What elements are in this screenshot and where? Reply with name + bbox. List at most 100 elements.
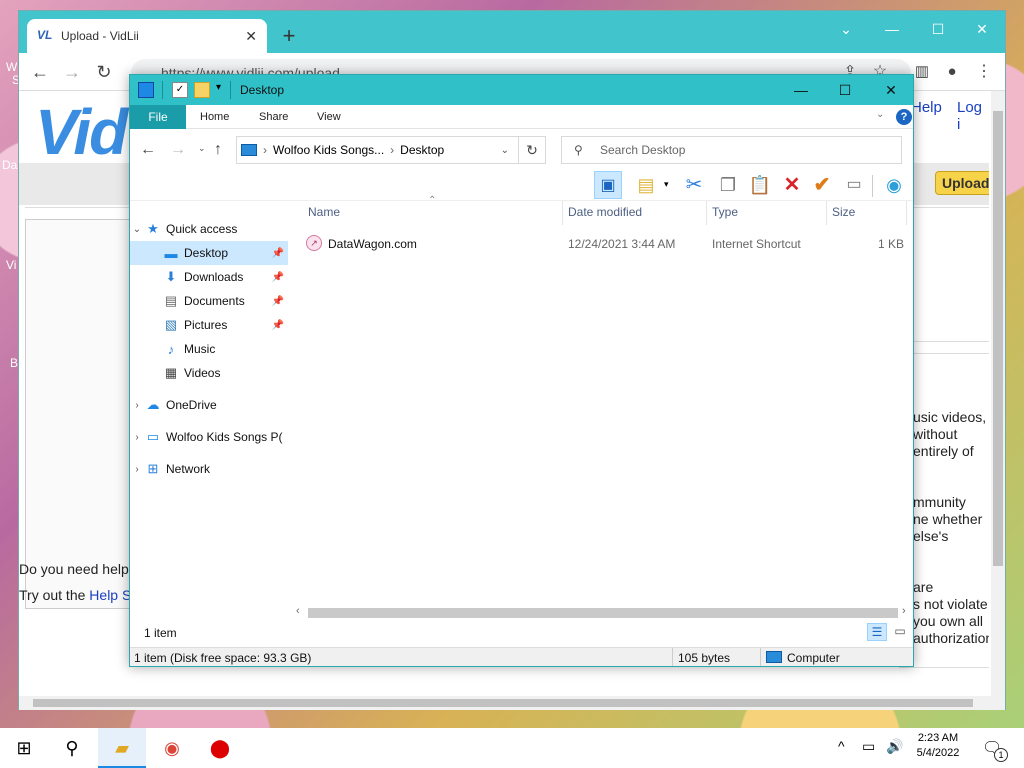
recent-locations-chevron-icon[interactable]: ⌄: [198, 143, 206, 154]
paste-clipboard-icon[interactable]: 📋: [746, 171, 774, 199]
forward-arrow-icon[interactable]: →: [170, 141, 186, 159]
customize-qat-icon[interactable]: ▾: [216, 82, 221, 93]
preview-pane-icon[interactable]: ▣: [594, 171, 622, 199]
globe-icon[interactable]: ◉: [880, 171, 908, 199]
scroll-left-arrow-icon[interactable]: ‹: [296, 605, 300, 617]
delete-x-icon[interactable]: ✕: [778, 171, 806, 199]
column-separator[interactable]: [906, 201, 907, 225]
chrome-taskbar-icon[interactable]: ◉: [148, 728, 196, 768]
column-separator[interactable]: [706, 201, 707, 225]
file-explorer-taskbar-icon[interactable]: ▰: [98, 728, 146, 768]
nav-network[interactable]: › ⊞ Network: [130, 457, 288, 481]
column-header-type[interactable]: Type: [712, 205, 738, 219]
tab-file[interactable]: File: [130, 105, 186, 129]
menu-kebab-icon[interactable]: ⋮: [971, 59, 997, 85]
rename-box-icon[interactable]: ▭: [840, 171, 868, 199]
scroll-thumb[interactable]: [33, 699, 973, 707]
forward-arrow-icon[interactable]: →: [59, 59, 85, 85]
close-window-button[interactable]: ✕: [959, 15, 1005, 43]
nav-music[interactable]: ♪ Music: [130, 337, 288, 361]
column-separator[interactable]: [826, 201, 827, 225]
page-vertical-scrollbar[interactable]: [991, 91, 1005, 696]
nav-videos[interactable]: ▦ Videos: [130, 361, 288, 385]
help-try-label: Try out the: [19, 587, 90, 603]
new-tab-button[interactable]: +: [275, 23, 303, 51]
column-header-date[interactable]: Date modified: [568, 205, 642, 219]
tab-close-icon[interactable]: ✕: [245, 28, 257, 45]
help-center-link[interactable]: Help S: [89, 587, 131, 603]
chevron-right-icon[interactable]: ›: [130, 400, 144, 411]
column-header-size[interactable]: Size: [832, 205, 855, 219]
cut-scissors-icon[interactable]: ✂: [680, 171, 708, 199]
nav-documents[interactable]: ▤ Documents 📌: [130, 289, 288, 313]
copy-icon[interactable]: ❐: [714, 171, 742, 199]
dropdown-chevron-icon[interactable]: ▾: [664, 179, 669, 190]
nav-quick-access[interactable]: ⌄ ★ Quick access: [130, 217, 288, 241]
clock[interactable]: 2:23 AM 5/4/2022: [914, 732, 962, 759]
nav-this-pc[interactable]: › ▭ Wolfoo Kids Songs P(: [130, 425, 288, 449]
column-header-name[interactable]: Name: [308, 205, 340, 219]
minimize-button[interactable]: —: [869, 15, 915, 43]
refresh-button[interactable]: ↻: [518, 136, 546, 164]
properties-icon[interactable]: ✓: [172, 82, 188, 98]
expand-ribbon-chevron-icon[interactable]: ⌄: [876, 109, 884, 120]
reload-icon[interactable]: ↻: [91, 59, 117, 85]
page-horizontal-scrollbar[interactable]: [19, 696, 1005, 710]
nav-onedrive[interactable]: › ☁ OneDrive: [130, 393, 288, 417]
address-breadcrumb[interactable]: › Wolfoo Kids Songs... › Desktop ⌄: [236, 136, 546, 164]
search-input[interactable]: ⚲ Search Desktop: [561, 136, 902, 164]
file-list-horizontal-scrollbar[interactable]: ‹ ›: [294, 605, 913, 621]
tab-search-chevron-icon[interactable]: ⌄: [823, 15, 869, 43]
search-icon[interactable]: ⚲: [48, 728, 96, 768]
pin-icon[interactable]: 📌: [272, 296, 284, 307]
tab-home[interactable]: Home: [200, 105, 229, 129]
column-separator[interactable]: [562, 201, 563, 225]
large-icons-view-icon[interactable]: ▭: [890, 623, 910, 641]
help-link[interactable]: Help: [911, 99, 942, 116]
table-row[interactable]: ↗ DataWagon.com 12/24/2021 3:44 AM Inter…: [300, 233, 905, 255]
pin-icon[interactable]: 📌: [272, 320, 284, 331]
back-arrow-icon[interactable]: ←: [27, 59, 53, 85]
documents-icon: ▤: [164, 293, 178, 308]
network-tray-icon[interactable]: ▭: [862, 738, 875, 755]
tab-view[interactable]: View: [317, 105, 341, 129]
terms-text-line: usic videos,: [913, 409, 987, 425]
upload-button[interactable]: Upload: [935, 171, 989, 195]
explorer-maximize-button[interactable]: ☐: [822, 75, 868, 105]
properties-folder-icon[interactable]: ▤: [632, 171, 660, 199]
profile-avatar-icon[interactable]: ●: [939, 59, 965, 85]
up-arrow-icon[interactable]: ↑: [214, 141, 222, 159]
help-icon[interactable]: ?: [896, 109, 912, 125]
chevron-down-icon[interactable]: ⌄: [130, 224, 144, 235]
start-windows-icon[interactable]: ⊞: [0, 728, 48, 768]
tab-share[interactable]: Share: [259, 105, 288, 129]
back-arrow-icon[interactable]: ←: [140, 141, 156, 159]
nav-pictures[interactable]: ▧ Pictures 📌: [130, 313, 288, 337]
vidlii-logo[interactable]: Vid: [35, 95, 128, 169]
upload-drop-box[interactable]: [25, 219, 145, 609]
browser-tab[interactable]: VL Upload - VidLii ✕: [27, 19, 267, 53]
address-dropdown-icon[interactable]: ⌄: [501, 145, 509, 156]
new-folder-icon[interactable]: [194, 82, 210, 98]
scroll-thumb[interactable]: [308, 608, 898, 618]
volume-icon[interactable]: 🔊: [886, 738, 903, 755]
nav-downloads[interactable]: ⬇ Downloads 📌: [130, 265, 288, 289]
breadcrumb-item[interactable]: Wolfoo Kids Songs...: [273, 143, 384, 157]
explorer-minimize-button[interactable]: —: [778, 75, 824, 105]
show-hidden-icons-chevron-icon[interactable]: ^: [838, 738, 845, 754]
details-view-icon[interactable]: ☰: [867, 623, 887, 641]
login-link[interactable]: Log i: [957, 99, 989, 133]
maximize-button[interactable]: ☐: [915, 15, 961, 43]
pin-icon[interactable]: 📌: [272, 272, 284, 283]
breadcrumb-item[interactable]: Desktop: [400, 143, 444, 157]
chevron-right-icon[interactable]: ›: [130, 464, 144, 475]
scroll-right-arrow-icon[interactable]: ›: [902, 605, 906, 617]
terms-text-line: without: [913, 426, 958, 442]
pin-icon[interactable]: 📌: [272, 248, 284, 259]
recorder-taskbar-icon[interactable]: ⬤: [196, 728, 244, 768]
check-rename-icon[interactable]: ✔: [808, 171, 836, 199]
explorer-close-button[interactable]: ✕: [868, 75, 914, 105]
chevron-right-icon[interactable]: ›: [130, 432, 144, 443]
scroll-thumb[interactable]: [993, 111, 1003, 566]
nav-desktop[interactable]: ▬ Desktop 📌: [130, 241, 288, 265]
